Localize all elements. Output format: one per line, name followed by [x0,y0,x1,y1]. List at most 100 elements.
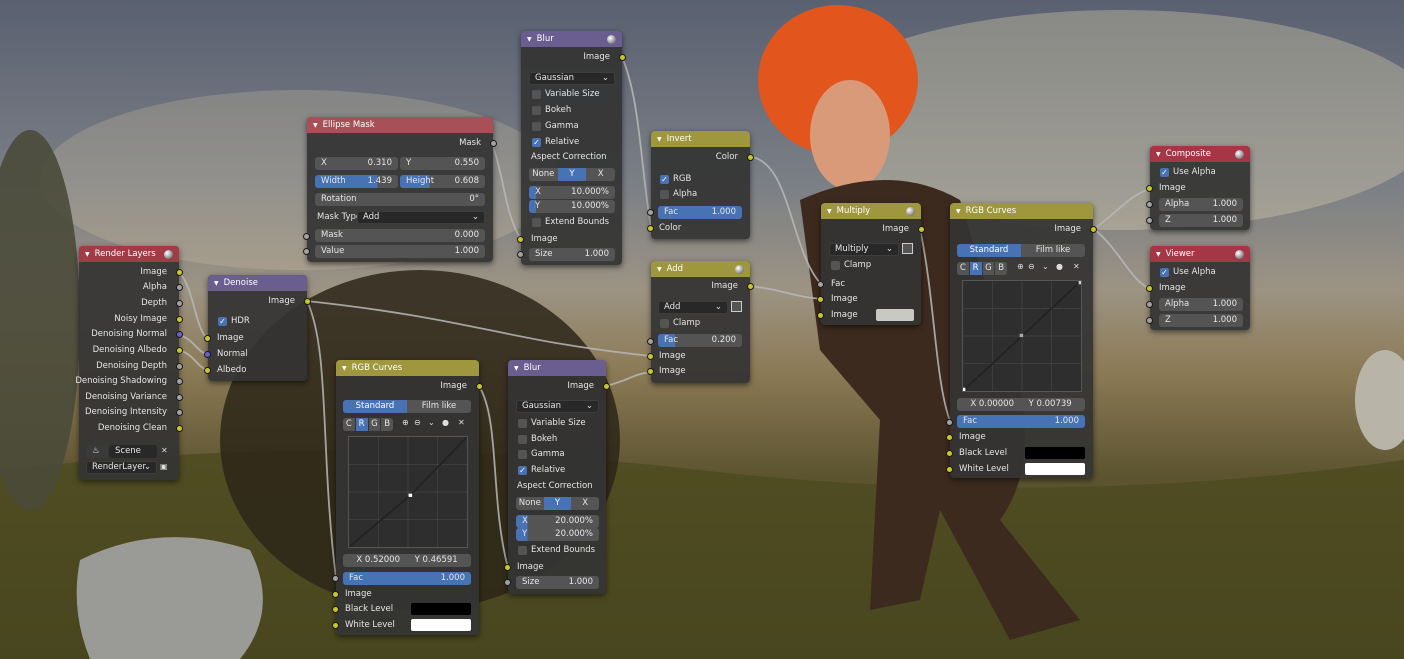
input-socket-image-1[interactable] [647,353,654,360]
viewer-node[interactable]: ▼ Viewer ✓ Use Alpha Image Alpha 1.000 Z 1.0… [1146,246,1250,330]
collapse-triangle-icon[interactable]: ▼ [342,365,347,372]
input-socket-image-1[interactable] [817,296,824,303]
aspect-y[interactable]: Y [557,168,587,181]
render-icon[interactable]: ▣ [160,462,168,471]
input-socket-alpha[interactable] [1146,301,1153,308]
input-socket-mask[interactable] [303,233,310,240]
node-header[interactable]: ▼ Ellipse Mask [307,117,493,133]
node-header[interactable]: ▼ Add [651,261,750,277]
aspect-x[interactable]: X [571,497,599,510]
tab-film-like[interactable]: Film like [407,400,471,413]
multiply-node[interactable]: ▼ Multiply Image Multiply ⌄ Clamp Fac Imag… [817,203,925,325]
bokeh-checkbox[interactable] [532,106,541,115]
rgb-curves-node-left[interactable]: ▼ RGB Curves Image Standard Film like CRGB… [332,360,483,635]
curve-type-tabs[interactable]: Standard Film like [957,244,1085,257]
input-socket-fac[interactable] [647,338,654,345]
z-field[interactable]: Z 1.000 [1159,214,1243,227]
denoise-node[interactable]: ▼ Denoise Image ✓ HDR Image Normal Albedo [204,275,311,381]
add-node[interactable]: ▼ Add Image Add ⌄ Clamp Fac 0.200 Image Ima… [647,261,754,383]
aspect-none[interactable]: None [516,497,544,510]
aspect-correction-toggle[interactable]: None Y X [529,168,615,181]
relative-checkbox[interactable]: ✓ [532,138,541,147]
clamp-checkbox[interactable] [660,319,669,328]
node-header[interactable]: ▼ Viewer [1150,246,1250,262]
input-socket-white-level[interactable] [332,622,339,629]
output-socket-image[interactable] [603,383,610,390]
aspect-correction-toggle[interactable]: None Y X [516,497,599,510]
collapse-triangle-icon[interactable]: ▼ [1156,251,1161,258]
size-x-field[interactable]: X 20.000% [516,515,599,528]
node-header[interactable]: ▼ Render Layers [79,246,179,262]
input-socket-black-level[interactable] [946,450,953,457]
zoom-out-icon[interactable]: ⊖ [1028,262,1035,271]
alpha-checkbox[interactable] [660,190,669,199]
output-socket-color[interactable] [747,154,754,161]
input-socket-fac[interactable] [647,209,654,216]
filter-type-select[interactable]: Gaussian ⌄ [516,400,599,413]
collapse-triangle-icon[interactable]: ▼ [527,36,532,43]
clip-dot-icon[interactable]: ● [1056,262,1063,271]
chevron-down-icon[interactable]: ⌄ [1042,262,1049,271]
channel-r[interactable]: R [355,418,368,431]
filter-type-select[interactable]: Gaussian ⌄ [529,72,615,85]
white-level-swatch[interactable] [411,619,471,631]
size-field[interactable]: Size 1.000 [529,248,615,261]
render-layer-select[interactable]: RenderLayer ⌄ [86,461,157,474]
zoom-in-icon[interactable]: ⊕ [1017,262,1024,271]
rgb-checkbox[interactable]: ✓ [660,175,669,184]
preview-sphere-icon[interactable] [906,206,915,216]
ellipse-mask-node[interactable]: ▼ Ellipse Mask Mask X 0.310 Y 0.550 Width 1.… [303,117,497,262]
variable-size-checkbox[interactable] [532,90,541,99]
output-socket-denoising-shadowing[interactable] [176,378,183,385]
collapse-triangle-icon[interactable]: ▼ [1156,151,1161,158]
preview-sphere-icon[interactable] [1235,249,1244,259]
fac-field[interactable]: Fac 0.200 [658,334,742,347]
input-socket-image[interactable] [504,564,511,571]
output-socket-denoising-clean[interactable] [176,425,183,432]
input-socket-image-2[interactable] [817,312,824,319]
aspect-none[interactable]: None [529,168,558,181]
width-field[interactable]: Width 1.439 [315,175,398,188]
output-socket-image[interactable] [747,283,754,290]
chevron-down-icon[interactable]: ⌄ [428,418,435,427]
node-header[interactable]: ▼ RGB Curves [336,360,479,376]
hdr-checkbox[interactable]: ✓ [218,317,227,326]
tab-standard[interactable]: Standard [343,400,407,413]
channel-r[interactable]: R [969,262,982,275]
channel-g[interactable]: G [368,418,381,431]
alpha-field[interactable]: Alpha 1.000 [1159,198,1243,211]
input-socket-normal[interactable] [204,351,211,358]
white-level-swatch[interactable] [1025,463,1085,475]
black-level-swatch[interactable] [1025,447,1085,459]
use-alpha-checkbox[interactable]: ✓ [1160,268,1169,277]
input-socket-image[interactable] [946,434,953,441]
tab-film-like[interactable]: Film like [1021,244,1085,257]
input-socket-alpha[interactable] [1146,201,1153,208]
input-socket-size[interactable] [517,251,524,258]
node-header[interactable]: ▼ Multiply [821,203,921,219]
preview-sphere-icon[interactable] [607,34,616,44]
output-socket-image[interactable] [918,226,925,233]
gamma-checkbox[interactable] [532,122,541,131]
fac-field[interactable]: Fac 1.000 [658,206,742,219]
node-header[interactable]: ▼ Blur [508,360,606,376]
input-socket-color[interactable] [647,225,654,232]
render-layers-node[interactable]: ▼ Render Layers Image Alpha Depth Noisy I… [75,246,183,480]
aspect-y[interactable]: Y [543,497,572,510]
color-swatch[interactable] [876,309,914,321]
extend-bounds-checkbox[interactable] [518,546,527,555]
x-field[interactable]: X 0.310 [315,157,398,170]
output-socket-denoising-normal[interactable] [176,331,183,338]
z-field[interactable]: Z 1.000 [1159,314,1243,327]
input-socket-fac[interactable] [332,575,339,582]
fac-field[interactable]: Fac 1.000 [343,572,471,585]
height-field[interactable]: Height 0.608 [400,175,485,188]
preview-sphere-icon[interactable] [164,249,173,259]
use-alpha-icon[interactable] [902,243,913,254]
input-socket-fac[interactable] [946,419,953,426]
value-field[interactable]: Value 1.000 [315,245,485,258]
input-socket-fac[interactable] [817,281,824,288]
input-socket-size[interactable] [504,579,511,586]
channel-b[interactable]: B [995,262,1007,275]
scene-field[interactable]: Scene [109,445,157,458]
